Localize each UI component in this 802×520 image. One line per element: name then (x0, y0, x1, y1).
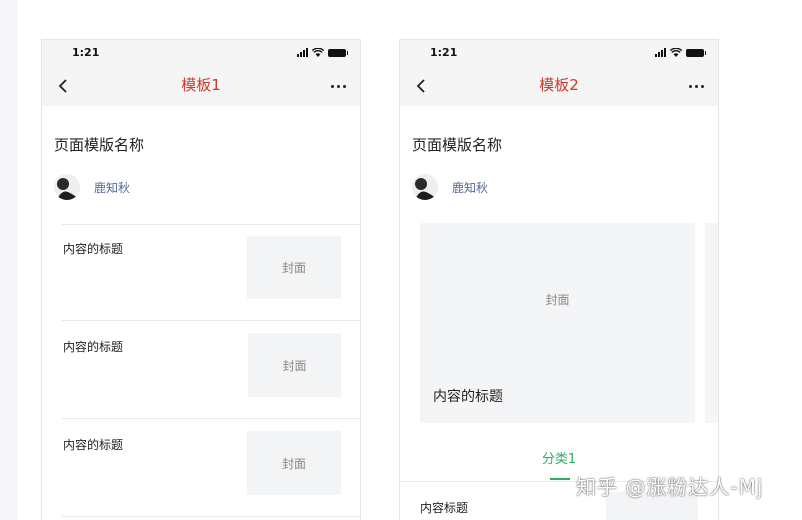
list-item-title[interactable]: 内容的标题 (63, 240, 123, 257)
content-card[interactable]: 封面 内容的标题 (420, 223, 695, 423)
page-title: 页面模版名称 (54, 136, 145, 154)
avatar (54, 174, 80, 200)
list-item-cover: 封面 (247, 431, 341, 495)
next-card-peek[interactable] (705, 223, 718, 423)
status-time: 1:21 (430, 46, 458, 59)
author-row[interactable]: 鹿知秋 (54, 174, 130, 200)
divider (62, 516, 360, 517)
wifi-icon (670, 48, 682, 57)
signal-icon (297, 48, 308, 57)
divider (62, 224, 360, 225)
divider (62, 320, 360, 321)
battery-icon (328, 48, 348, 57)
status-icons (655, 48, 706, 57)
phone-template-2: 1:21 模板2 页面模版名称 鹿知秋 封面 内容的标题 分类1 内容标题 (399, 39, 719, 520)
card-title: 内容的标题 (433, 389, 503, 405)
divider (62, 418, 360, 419)
nav-title: 模板2 (539, 76, 579, 94)
nav-bar: 模板1 (42, 66, 360, 106)
status-bar: 1:21 (42, 40, 360, 66)
author-name: 鹿知秋 (452, 180, 489, 195)
nav-bar: 模板2 (400, 66, 718, 106)
category-tab-indicator (550, 478, 570, 480)
battery-icon (686, 48, 706, 57)
signal-icon (655, 48, 666, 57)
list-item-title[interactable]: 内容标题 (420, 499, 468, 516)
author-row[interactable]: 鹿知秋 (412, 174, 488, 200)
status-time: 1:21 (72, 46, 100, 59)
list-item-cover: 封面 (247, 236, 341, 299)
status-icons (297, 48, 348, 57)
category-tab[interactable]: 分类1 (400, 448, 718, 467)
more-icon[interactable] (689, 85, 704, 88)
card-cover-label: 封面 (545, 293, 570, 307)
wifi-icon (312, 48, 324, 57)
avatar (412, 174, 438, 200)
list-item-title[interactable]: 内容的标题 (63, 338, 123, 355)
author-name: 鹿知秋 (94, 180, 131, 195)
list-item-cover: 封面 (248, 333, 341, 397)
page-title: 页面模版名称 (412, 136, 503, 154)
background-strip (0, 0, 18, 520)
nav-title: 模板1 (181, 76, 221, 94)
phone-template-1: 1:21 模板1 页面模版名称 鹿知秋 内容的标题 封面 内容的标题 封面 内容… (41, 39, 361, 520)
watermark: 知乎 @涨粉达人-Mj (576, 475, 764, 499)
status-bar: 1:21 (400, 40, 718, 66)
more-icon[interactable] (331, 85, 346, 88)
list-item-title[interactable]: 内容的标题 (63, 436, 123, 453)
